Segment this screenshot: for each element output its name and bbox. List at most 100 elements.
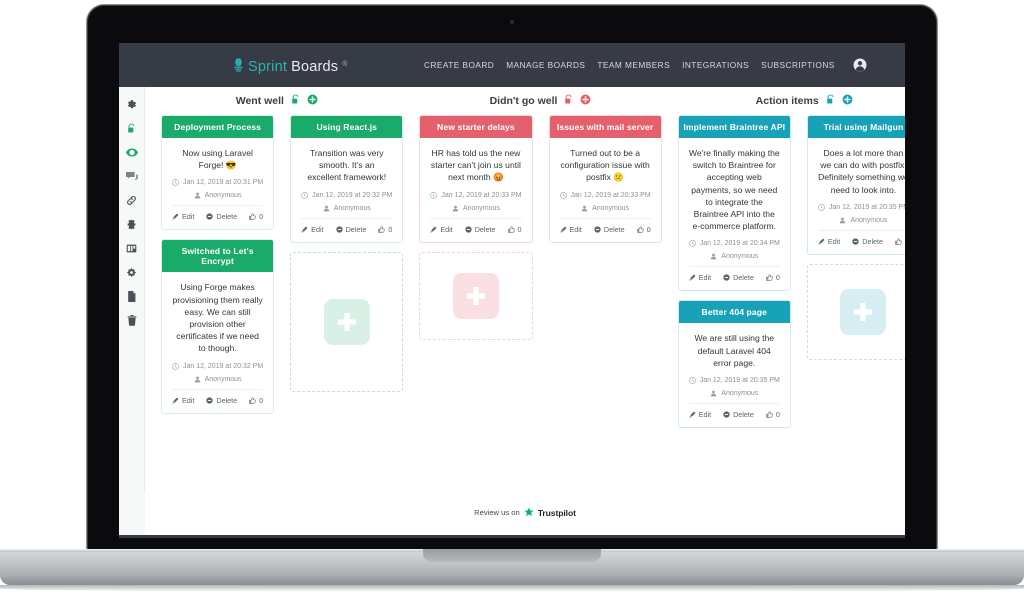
delete-button[interactable]: Delete: [723, 273, 754, 282]
delete-circle-icon: [852, 238, 859, 245]
logo-text-primary: Sprint: [248, 58, 288, 75]
target-icon[interactable]: [125, 266, 138, 279]
card-actions: Edit Delete 0: [688, 266, 780, 282]
card-timestamp-row: Jan 12, 2019 at 20:35 PM: [688, 377, 780, 384]
thumbs-up-icon: [249, 213, 256, 221]
unlock-icon[interactable]: [825, 92, 836, 110]
add-card-dropzone[interactable]: [419, 251, 533, 340]
unlock-icon[interactable]: [125, 122, 138, 135]
card[interactable]: Deployment Process Now using Laravel For…: [161, 115, 275, 231]
edit-button[interactable]: Edit: [689, 273, 711, 282]
card-body: Transition was very smooth. It's an exce…: [291, 138, 402, 242]
card-author: Anonymous: [721, 390, 759, 398]
column-header-went-well: Went well: [145, 92, 409, 110]
trustpilot-review-bar[interactable]: Review us on Trustpilot: [119, 490, 905, 535]
board-area: Went well Didn't go well Action items De…: [145, 87, 905, 490]
card-body: Now using Laravel Forge! 😎 Jan 12, 2019 …: [162, 138, 273, 229]
like-count: 0: [388, 224, 393, 234]
add-card-dropzone[interactable]: [290, 251, 404, 392]
edit-button[interactable]: Edit: [172, 212, 194, 221]
column-headers: Went well Didn't go well Action items: [145, 87, 905, 115]
card-text: Now using Laravel Forge! 😎: [182, 148, 253, 171]
plus-circle-icon[interactable]: [580, 92, 591, 110]
card-timestamp: Jan 12, 2019 at 20:31 PM: [183, 179, 264, 187]
nav-subscriptions[interactable]: SUBSCRIPTIONS: [761, 60, 835, 70]
like-button[interactable]: 0: [636, 225, 651, 234]
like-button[interactable]: 0: [895, 237, 905, 246]
card-author: Anonymous: [333, 204, 371, 212]
gear-icon[interactable]: [125, 98, 138, 111]
card-actions: Edit Delete 0: [688, 403, 780, 420]
card-title: Deployment Process: [162, 116, 274, 138]
like-count: 0: [775, 410, 780, 420]
edit-button[interactable]: Edit: [818, 237, 840, 246]
card-text: Does a lot more than we can do with post…: [818, 148, 905, 195]
delete-button[interactable]: Delete: [206, 212, 237, 221]
edit-button[interactable]: Edit: [689, 410, 711, 419]
card[interactable]: Switched to Let's Encrypt Using Forge ma…: [161, 239, 275, 414]
nav-create-board[interactable]: CREATE BOARD: [424, 60, 494, 70]
like-button[interactable]: 0: [765, 410, 780, 420]
user-circle-icon[interactable]: [853, 58, 867, 72]
logo-registered-mark: ®: [342, 60, 348, 68]
app-body: Went well Didn't go well Action items De…: [119, 87, 905, 490]
card[interactable]: Using React.js Transition was very smoot…: [290, 115, 404, 243]
delete-button[interactable]: Delete: [723, 410, 754, 419]
delete-circle-icon: [594, 225, 601, 233]
nav-integrations[interactable]: INTEGRATIONS: [682, 60, 749, 70]
card[interactable]: Better 404 page We are still using the d…: [677, 300, 791, 429]
card-title: Better 404 page: [678, 301, 790, 324]
like-button[interactable]: 0: [507, 225, 522, 234]
pencil-icon: [430, 226, 437, 233]
edit-button[interactable]: Edit: [172, 396, 194, 405]
column-action-items-a: Implement Braintree API We're finally ma…: [670, 115, 799, 437]
comments-icon[interactable]: [125, 170, 138, 183]
user-icon: [452, 205, 459, 212]
puzzle-icon[interactable]: [125, 218, 138, 231]
delete-button[interactable]: Delete: [335, 225, 366, 234]
card-timestamp: Jan 12, 2019 at 20:32 PM: [312, 191, 393, 199]
card[interactable]: Trial using Mailgun Does a lot more than…: [806, 115, 905, 255]
edit-button[interactable]: Edit: [430, 225, 453, 234]
card[interactable]: New starter delays HR has told us the ne…: [419, 115, 533, 243]
card-body: HR has told us the new starter can't joi…: [420, 138, 531, 242]
delete-button[interactable]: Delete: [852, 237, 883, 246]
card-body: We are still using the default Laravel 4…: [679, 323, 790, 427]
card-body: Using Forge makes provisioning them real…: [162, 272, 273, 412]
like-count: 0: [259, 395, 264, 405]
nav-manage-boards[interactable]: MANAGE BOARDS: [506, 60, 585, 70]
edit-button[interactable]: Edit: [301, 225, 324, 234]
plus-circle-icon[interactable]: [842, 92, 853, 110]
like-button[interactable]: 0: [249, 396, 263, 405]
pencil-icon: [172, 397, 179, 404]
app-logo[interactable]: Sprint Boards ®: [233, 56, 347, 75]
columns-icon[interactable]: [125, 242, 138, 255]
card[interactable]: Issues with mail server Turned out to be…: [548, 115, 662, 243]
add-card-dropzone[interactable]: [806, 263, 905, 360]
like-button[interactable]: 0: [765, 273, 780, 282]
delete-circle-icon: [206, 213, 214, 221]
link-icon[interactable]: [125, 194, 138, 207]
card-text: Turned out to be a configuration issue w…: [560, 148, 650, 183]
edit-button[interactable]: Edit: [560, 225, 582, 234]
unlock-icon[interactable]: [563, 92, 574, 110]
trash-icon[interactable]: [125, 314, 138, 327]
plus-circle-icon[interactable]: [307, 92, 318, 110]
column-header-didnt-go-well: Didn't go well: [409, 92, 673, 110]
plus-icon: [323, 298, 370, 345]
eye-icon[interactable]: [125, 146, 138, 159]
delete-button[interactable]: Delete: [206, 396, 237, 405]
delete-circle-icon: [206, 396, 214, 404]
card[interactable]: Implement Braintree API We're finally ma…: [677, 115, 791, 292]
nav-team-members[interactable]: TEAM MEMBERS: [597, 60, 670, 70]
file-icon[interactable]: [125, 290, 138, 303]
unlock-icon[interactable]: [290, 92, 301, 110]
delete-button[interactable]: Delete: [465, 225, 496, 234]
clock-icon: [301, 191, 308, 199]
column-didnt-go-well-a: New starter delays HR has told us the ne…: [411, 115, 540, 437]
delete-button[interactable]: Delete: [594, 225, 625, 234]
like-button[interactable]: 0: [378, 225, 392, 234]
like-button[interactable]: 0: [249, 212, 263, 221]
plus-icon: [840, 288, 887, 335]
card-text: We're finally making the switch to Brain…: [688, 148, 780, 232]
